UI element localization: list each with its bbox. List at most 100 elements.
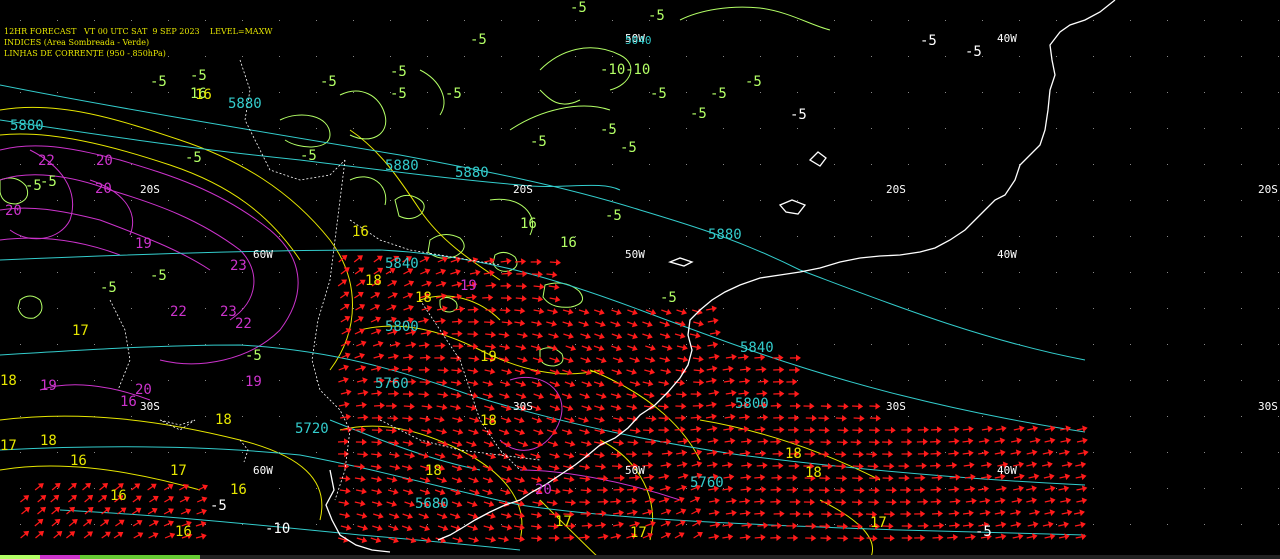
grid-dot xyxy=(686,236,687,237)
index-label: -5 xyxy=(745,74,762,90)
grid-dot xyxy=(945,452,946,453)
wind-arrow-head xyxy=(566,368,573,376)
wind-arrow-head xyxy=(857,522,863,530)
grid-dot xyxy=(612,164,613,165)
wind-arrow-head xyxy=(554,368,561,376)
grid-dot xyxy=(316,92,317,93)
grid-dot xyxy=(871,344,872,345)
grid-dot xyxy=(168,236,169,237)
grid-dot xyxy=(871,128,872,129)
wind-arrow-head xyxy=(840,486,846,494)
wind-arrow-head xyxy=(568,452,575,459)
wind-arrow-head xyxy=(554,404,561,412)
wind-arrow-head xyxy=(442,305,448,313)
grid-dot xyxy=(908,200,909,201)
grid-dot xyxy=(1130,200,1131,201)
wind-arrow-head xyxy=(1031,533,1038,540)
wind-arrow-head xyxy=(390,304,397,311)
wind-arrow-head xyxy=(507,270,513,277)
wind-arrow-head xyxy=(151,507,158,514)
index-label: -5 xyxy=(390,86,407,102)
grid-dot xyxy=(1241,56,1242,57)
grid-dot xyxy=(649,164,650,165)
wind-arrow-head xyxy=(376,451,383,459)
grid-dot xyxy=(945,272,946,273)
geopotential-label: 5760 xyxy=(690,475,724,491)
wind-arrow-head xyxy=(795,438,801,446)
grid-dot xyxy=(982,344,983,345)
wind-arrow-head xyxy=(776,438,782,446)
wind-arrow-head xyxy=(535,344,542,351)
wind-arrow-head xyxy=(987,425,993,433)
grid-dot xyxy=(871,380,872,381)
wind-arrow-head xyxy=(875,402,881,410)
wind-arrow-head xyxy=(599,416,605,423)
wind-arrow-head xyxy=(504,392,510,400)
grid-dot xyxy=(57,524,58,525)
wind-arrow-head xyxy=(730,413,736,421)
wind-arrow-head xyxy=(505,476,512,484)
grid-dot xyxy=(20,416,21,417)
wind-arrow-head xyxy=(586,510,592,518)
wind-arrow-head xyxy=(425,354,431,361)
wind-arrow-head xyxy=(985,497,991,505)
lat-30s-label: 30S xyxy=(513,400,533,413)
wind-arrow-head xyxy=(567,404,574,412)
grid-dot xyxy=(316,380,317,381)
wind-arrow-head xyxy=(505,306,511,314)
wind-arrow-head xyxy=(586,487,592,494)
wind-arrow-head xyxy=(746,473,752,481)
wind-arrow-head xyxy=(715,521,721,529)
wind-arrow-head xyxy=(632,332,638,340)
wind-arrow-head xyxy=(456,379,462,387)
grid-dot xyxy=(1093,344,1094,345)
grid-dot xyxy=(1278,164,1279,165)
wind-arrow-head xyxy=(519,319,526,327)
grid-dot xyxy=(353,452,354,453)
wind-arrow-head xyxy=(923,450,929,458)
grid-dot xyxy=(797,344,798,345)
wind-arrow-head xyxy=(393,439,400,447)
wind-arrow-head xyxy=(456,391,462,399)
wind-arrow-head xyxy=(1049,473,1055,480)
wind-arrow-head xyxy=(473,306,479,313)
wind-arrow-head xyxy=(745,533,751,541)
wind-arrow-head xyxy=(411,378,417,386)
grid-dot xyxy=(1241,452,1242,453)
wind-arrow-head xyxy=(634,380,641,387)
wind-arrow-head xyxy=(968,437,974,445)
wind-arrow-head xyxy=(137,532,144,538)
wind-arrow-head xyxy=(955,498,961,505)
index-label: -10 xyxy=(625,62,650,78)
wind-arrow-head xyxy=(1001,425,1007,433)
wind-arrow-head xyxy=(603,486,609,494)
wind-arrow-head xyxy=(1031,449,1038,456)
grid-dot xyxy=(908,56,909,57)
grid-dot xyxy=(612,344,613,345)
grid-dot xyxy=(168,308,169,309)
wind-arrow-head xyxy=(424,366,430,374)
wind-arrow-head xyxy=(936,498,942,506)
grid-dot xyxy=(205,128,206,129)
wind-arrow-head xyxy=(506,464,513,472)
grid-dot xyxy=(982,56,983,57)
wind-arrow-head xyxy=(858,402,864,410)
grid-dot xyxy=(982,416,983,417)
wind-arrow-head xyxy=(969,485,976,493)
wind-arrow-head xyxy=(841,462,847,470)
grid-dot xyxy=(760,416,761,417)
wind-arrow-head xyxy=(682,355,689,363)
grid-dot xyxy=(723,128,724,129)
grid-dot xyxy=(20,308,21,309)
wind-arrow-head xyxy=(358,267,365,274)
wind-arrow-head xyxy=(426,305,433,312)
wind-arrow-head xyxy=(489,269,495,277)
grid-dot xyxy=(1167,416,1168,417)
wind-arrow-head xyxy=(490,452,497,460)
wind-arrow-head xyxy=(598,332,605,340)
wind-arrow-head xyxy=(663,403,670,410)
geopotential-label: 5880 xyxy=(10,118,44,134)
grid-dot xyxy=(57,272,58,273)
grid-dot xyxy=(279,200,280,201)
wind-arrow-head xyxy=(519,523,525,531)
